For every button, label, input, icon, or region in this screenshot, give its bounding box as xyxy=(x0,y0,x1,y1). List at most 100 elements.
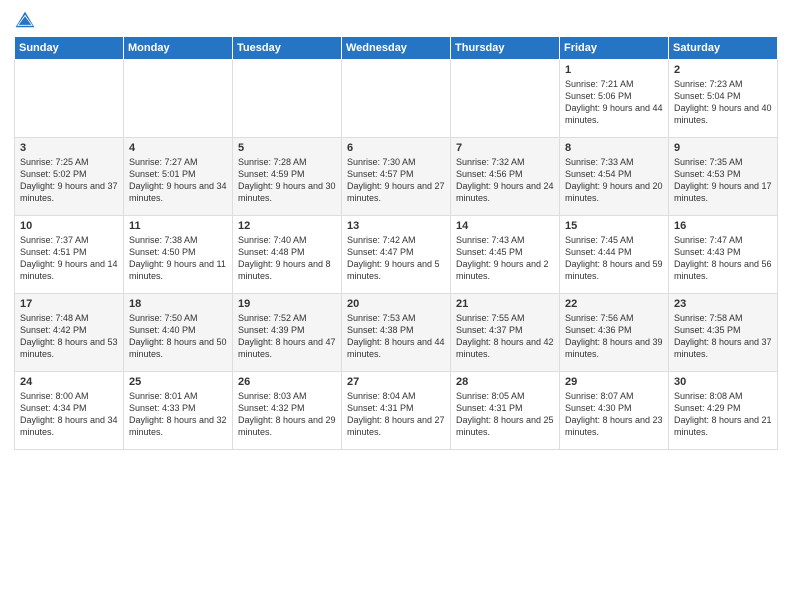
day-number: 19 xyxy=(238,298,336,310)
day-detail: Sunrise: 7:50 AMSunset: 4:40 PMDaylight:… xyxy=(129,313,227,359)
day-number: 29 xyxy=(565,376,663,388)
day-detail: Sunrise: 7:27 AMSunset: 5:01 PMDaylight:… xyxy=(129,157,227,203)
calendar-cell: 18 Sunrise: 7:50 AMSunset: 4:40 PMDayligh… xyxy=(124,294,233,372)
calendar-cell xyxy=(124,60,233,138)
calendar-cell: 20 Sunrise: 7:53 AMSunset: 4:38 PMDayligh… xyxy=(342,294,451,372)
day-detail: Sunrise: 7:32 AMSunset: 4:56 PMDaylight:… xyxy=(456,157,554,203)
day-number: 23 xyxy=(674,298,772,310)
weekday-header: Wednesday xyxy=(342,37,451,60)
logo-icon xyxy=(14,10,36,32)
weekday-header-row: SundayMondayTuesdayWednesdayThursdayFrid… xyxy=(15,37,778,60)
day-number: 18 xyxy=(129,298,227,310)
day-detail: Sunrise: 7:42 AMSunset: 4:47 PMDaylight:… xyxy=(347,235,440,281)
day-number: 6 xyxy=(347,142,445,154)
calendar-table: SundayMondayTuesdayWednesdayThursdayFrid… xyxy=(14,36,778,450)
calendar-cell: 6 Sunrise: 7:30 AMSunset: 4:57 PMDaylight… xyxy=(342,138,451,216)
calendar-cell: 5 Sunrise: 7:28 AMSunset: 4:59 PMDaylight… xyxy=(233,138,342,216)
calendar-cell: 22 Sunrise: 7:56 AMSunset: 4:36 PMDayligh… xyxy=(560,294,669,372)
calendar-cell: 7Sunrise: 7:32 AMSunset: 4:56 PMDaylight… xyxy=(451,138,560,216)
calendar-cell: 14 Sunrise: 7:43 AMSunset: 4:45 PMDayligh… xyxy=(451,216,560,294)
day-number: 1 xyxy=(565,64,663,76)
calendar-cell: 11Sunrise: 7:38 AMSunset: 4:50 PMDayligh… xyxy=(124,216,233,294)
calendar-cell: 25 Sunrise: 8:01 AMSunset: 4:33 PMDayligh… xyxy=(124,372,233,450)
weekday-header: Friday xyxy=(560,37,669,60)
header xyxy=(14,10,778,32)
day-detail: Sunrise: 7:21 AMSunset: 5:06 PMDaylight:… xyxy=(565,79,663,125)
day-detail: Sunrise: 7:53 AMSunset: 4:38 PMDaylight:… xyxy=(347,313,445,359)
day-detail: Sunrise: 7:43 AMSunset: 4:45 PMDaylight:… xyxy=(456,235,549,281)
day-number: 24 xyxy=(20,376,118,388)
calendar-cell: 12 Sunrise: 7:40 AMSunset: 4:48 PMDayligh… xyxy=(233,216,342,294)
page-container: SundayMondayTuesdayWednesdayThursdayFrid… xyxy=(0,0,792,458)
calendar-cell: 3 Sunrise: 7:25 AMSunset: 5:02 PMDaylight… xyxy=(15,138,124,216)
calendar-cell: 26Sunrise: 8:03 AMSunset: 4:32 PMDayligh… xyxy=(233,372,342,450)
calendar-week-row: 24Sunrise: 8:00 AMSunset: 4:34 PMDayligh… xyxy=(15,372,778,450)
day-detail: Sunrise: 8:08 AMSunset: 4:29 PMDaylight:… xyxy=(674,391,772,437)
calendar-cell xyxy=(342,60,451,138)
day-detail: Sunrise: 7:56 AMSunset: 4:36 PMDaylight:… xyxy=(565,313,663,359)
day-detail: Sunrise: 7:30 AMSunset: 4:57 PMDaylight:… xyxy=(347,157,445,203)
day-number: 27 xyxy=(347,376,445,388)
calendar-cell: 29 Sunrise: 8:07 AMSunset: 4:30 PMDayligh… xyxy=(560,372,669,450)
day-number: 21 xyxy=(456,298,554,310)
calendar-cell: 2Sunrise: 7:23 AMSunset: 5:04 PMDaylight… xyxy=(669,60,778,138)
day-detail: Sunrise: 7:45 AMSunset: 4:44 PMDaylight:… xyxy=(565,235,663,281)
day-detail: Sunrise: 7:47 AMSunset: 4:43 PMDaylight:… xyxy=(674,235,772,281)
day-detail: Sunrise: 7:28 AMSunset: 4:59 PMDaylight:… xyxy=(238,157,336,203)
day-detail: Sunrise: 7:58 AMSunset: 4:35 PMDaylight:… xyxy=(674,313,772,359)
day-detail: Sunrise: 8:05 AMSunset: 4:31 PMDaylight:… xyxy=(456,391,554,437)
calendar-cell: 23 Sunrise: 7:58 AMSunset: 4:35 PMDayligh… xyxy=(669,294,778,372)
day-detail: Sunrise: 7:37 AMSunset: 4:51 PMDaylight:… xyxy=(20,235,118,281)
calendar-cell: 15 Sunrise: 7:45 AMSunset: 4:44 PMDayligh… xyxy=(560,216,669,294)
day-number: 30 xyxy=(674,376,772,388)
weekday-header: Sunday xyxy=(15,37,124,60)
day-number: 22 xyxy=(565,298,663,310)
calendar-cell: 19Sunrise: 7:52 AMSunset: 4:39 PMDayligh… xyxy=(233,294,342,372)
calendar-week-row: 10 Sunrise: 7:37 AMSunset: 4:51 PMDayligh… xyxy=(15,216,778,294)
day-number: 14 xyxy=(456,220,554,232)
logo xyxy=(14,10,40,32)
day-number: 28 xyxy=(456,376,554,388)
calendar-cell: 9 Sunrise: 7:35 AMSunset: 4:53 PMDaylight… xyxy=(669,138,778,216)
day-number: 15 xyxy=(565,220,663,232)
day-detail: Sunrise: 8:07 AMSunset: 4:30 PMDaylight:… xyxy=(565,391,663,437)
calendar-cell: 16Sunrise: 7:47 AMSunset: 4:43 PMDayligh… xyxy=(669,216,778,294)
day-number: 10 xyxy=(20,220,118,232)
day-number: 4 xyxy=(129,142,227,154)
day-number: 20 xyxy=(347,298,445,310)
day-number: 25 xyxy=(129,376,227,388)
calendar-cell: 13 Sunrise: 7:42 AMSunset: 4:47 PMDayligh… xyxy=(342,216,451,294)
calendar-cell xyxy=(233,60,342,138)
calendar-cell: 27Sunrise: 8:04 AMSunset: 4:31 PMDayligh… xyxy=(342,372,451,450)
day-number: 3 xyxy=(20,142,118,154)
calendar-cell: 28 Sunrise: 8:05 AMSunset: 4:31 PMDayligh… xyxy=(451,372,560,450)
day-detail: Sunrise: 7:25 AMSunset: 5:02 PMDaylight:… xyxy=(20,157,118,203)
calendar-cell: 24Sunrise: 8:00 AMSunset: 4:34 PMDayligh… xyxy=(15,372,124,450)
day-number: 17 xyxy=(20,298,118,310)
calendar-cell xyxy=(451,60,560,138)
calendar-cell: 4 Sunrise: 7:27 AMSunset: 5:01 PMDaylight… xyxy=(124,138,233,216)
weekday-header: Saturday xyxy=(669,37,778,60)
calendar-cell: 30 Sunrise: 8:08 AMSunset: 4:29 PMDayligh… xyxy=(669,372,778,450)
calendar-cell: 17 Sunrise: 7:48 AMSunset: 4:42 PMDayligh… xyxy=(15,294,124,372)
calendar-cell: 10 Sunrise: 7:37 AMSunset: 4:51 PMDayligh… xyxy=(15,216,124,294)
calendar-week-row: 1 Sunrise: 7:21 AMSunset: 5:06 PMDaylight… xyxy=(15,60,778,138)
calendar-cell: 8 Sunrise: 7:33 AMSunset: 4:54 PMDaylight… xyxy=(560,138,669,216)
weekday-header: Monday xyxy=(124,37,233,60)
day-number: 11 xyxy=(129,220,227,232)
day-number: 5 xyxy=(238,142,336,154)
day-detail: Sunrise: 8:01 AMSunset: 4:33 PMDaylight:… xyxy=(129,391,227,437)
day-number: 12 xyxy=(238,220,336,232)
calendar-week-row: 17 Sunrise: 7:48 AMSunset: 4:42 PMDayligh… xyxy=(15,294,778,372)
day-number: 8 xyxy=(565,142,663,154)
calendar-cell: 1 Sunrise: 7:21 AMSunset: 5:06 PMDaylight… xyxy=(560,60,669,138)
day-detail: Sunrise: 7:40 AMSunset: 4:48 PMDaylight:… xyxy=(238,235,331,281)
weekday-header: Tuesday xyxy=(233,37,342,60)
calendar-cell xyxy=(15,60,124,138)
day-number: 2 xyxy=(674,64,772,76)
day-detail: Sunrise: 7:33 AMSunset: 4:54 PMDaylight:… xyxy=(565,157,663,203)
day-detail: Sunrise: 7:35 AMSunset: 4:53 PMDaylight:… xyxy=(674,157,772,203)
day-number: 13 xyxy=(347,220,445,232)
day-number: 9 xyxy=(674,142,772,154)
day-detail: Sunrise: 7:48 AMSunset: 4:42 PMDaylight:… xyxy=(20,313,118,359)
